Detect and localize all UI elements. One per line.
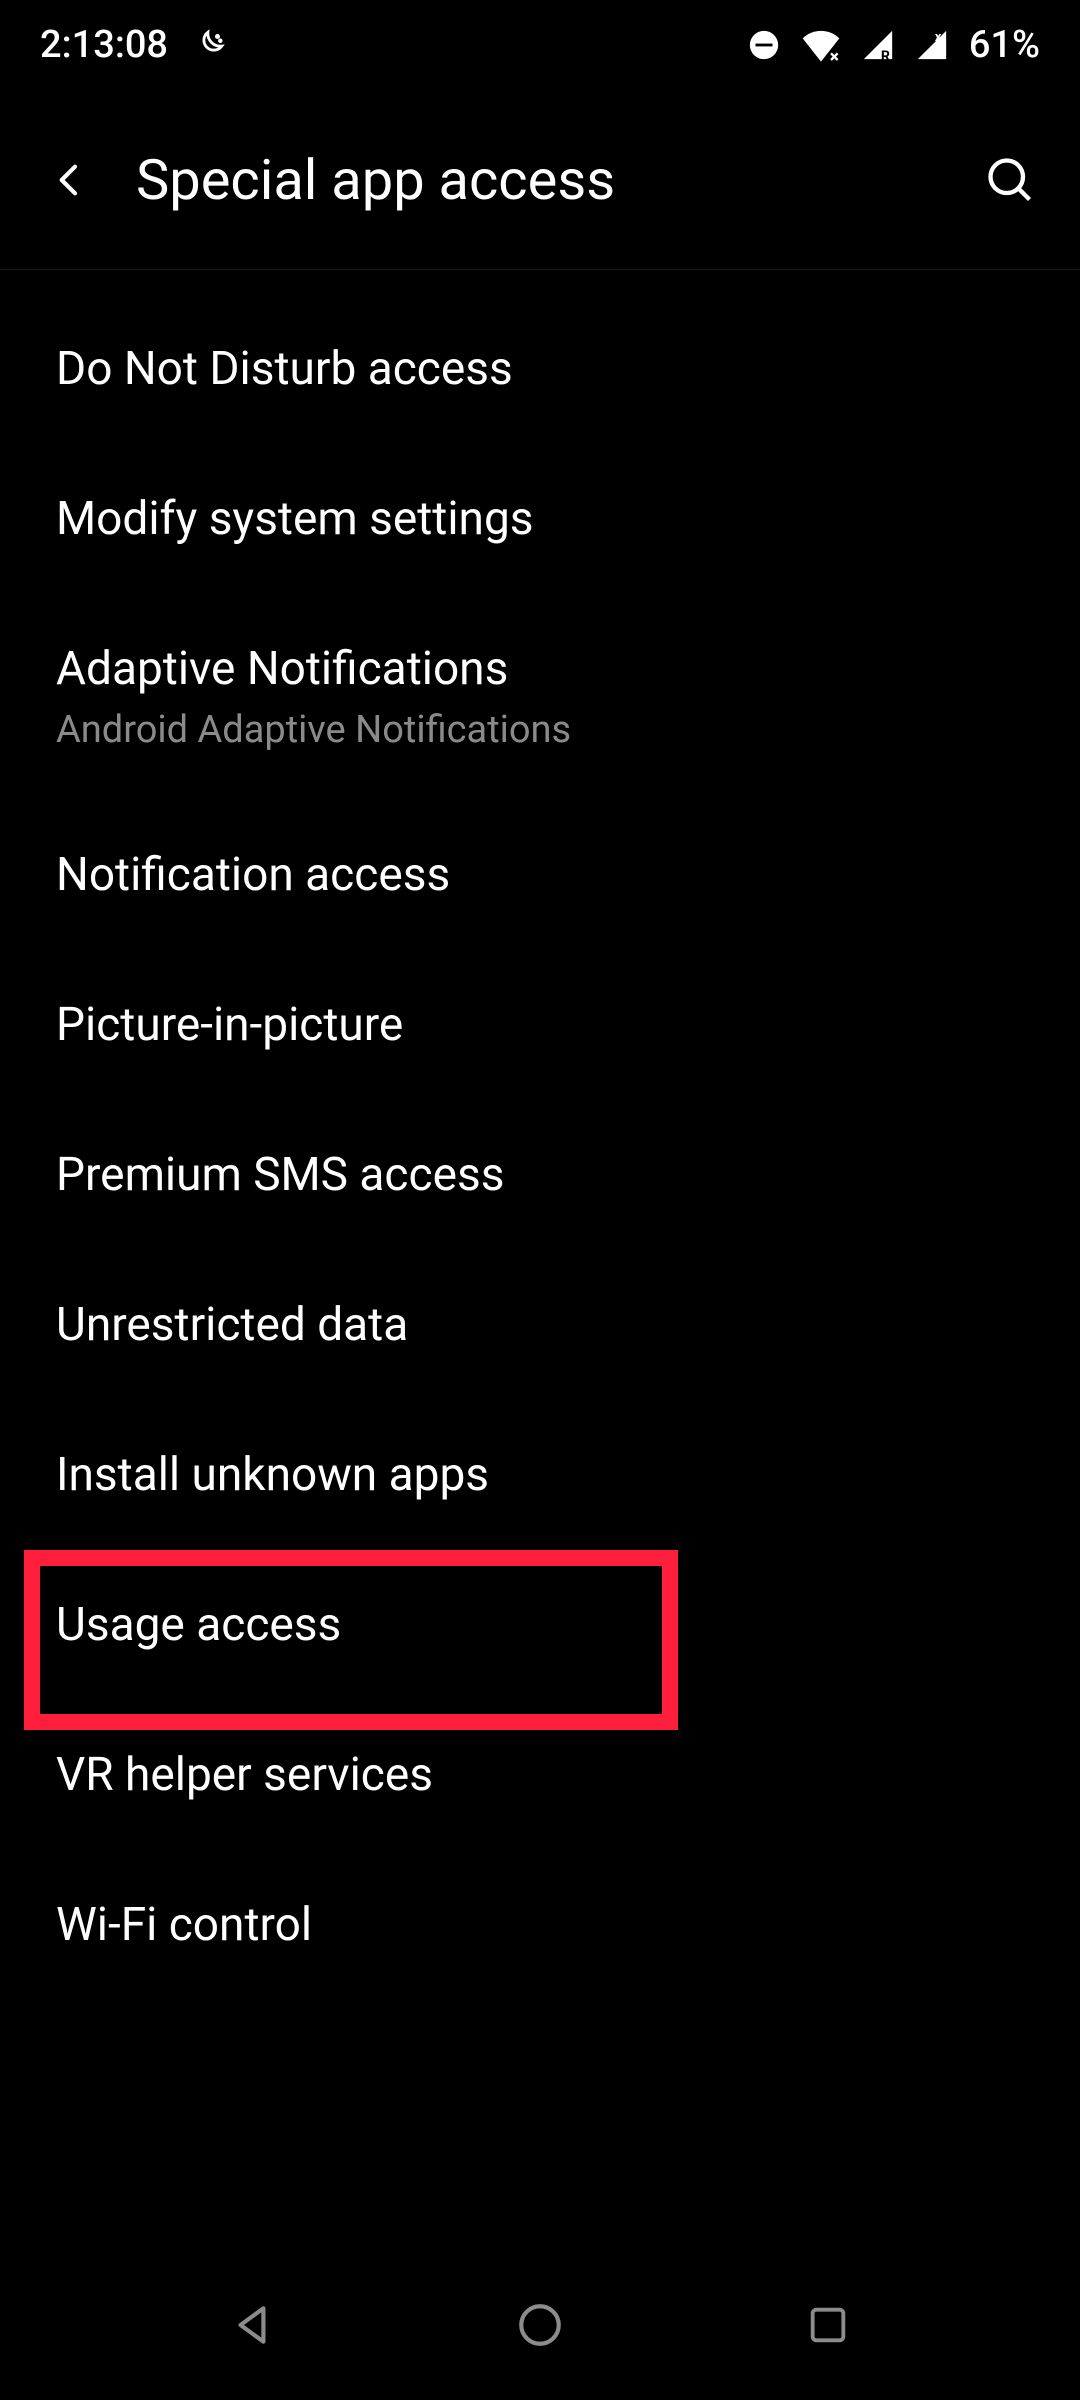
settings-row[interactable]: Do Not Disturb access xyxy=(0,294,1080,444)
settings-row-label: Wi-Fi control xyxy=(56,1898,1024,1952)
wifi-icon xyxy=(801,28,841,62)
settings-row-label: Picture-in-picture xyxy=(56,998,1024,1052)
status-bar: 2:13:08 R x 61% xyxy=(0,0,1080,90)
nav-recent-button[interactable] xyxy=(793,2290,863,2360)
status-time: 2:13:08 xyxy=(40,23,168,67)
status-bar-right: R x 61% xyxy=(747,23,1040,67)
app-bar: Special app access xyxy=(0,90,1080,270)
settings-row[interactable]: Picture-in-picture xyxy=(0,950,1080,1100)
nav-back-button[interactable] xyxy=(218,2290,288,2360)
settings-row-label: Install unknown apps xyxy=(56,1448,1024,1502)
settings-row-label: VR helper services xyxy=(56,1748,1024,1802)
status-bar-left: 2:13:08 xyxy=(40,23,226,67)
status-battery: 61% xyxy=(969,23,1040,67)
settings-row[interactable]: Adaptive Notifications Android Adaptive N… xyxy=(0,594,1080,800)
settings-row-label: Do Not Disturb access xyxy=(56,342,1024,396)
settings-row[interactable]: Wi-Fi control xyxy=(0,1850,1080,2000)
settings-row[interactable]: Unrestricted data xyxy=(0,1250,1080,1400)
bedtime-icon xyxy=(192,28,226,62)
search-button[interactable] xyxy=(980,150,1040,210)
navigation-bar xyxy=(0,2250,1080,2400)
signal-1-icon: R xyxy=(861,28,895,62)
signal-2-icon: x xyxy=(915,28,949,62)
settings-row[interactable]: Usage access xyxy=(0,1550,1080,1700)
settings-row[interactable]: VR helper services xyxy=(0,1700,1080,1850)
back-button[interactable] xyxy=(40,150,100,210)
settings-row-label: Premium SMS access xyxy=(56,1148,1024,1202)
svg-text:R: R xyxy=(881,49,890,62)
settings-row[interactable]: Premium SMS access xyxy=(0,1100,1080,1250)
svg-text:x: x xyxy=(935,30,942,45)
settings-row-label: Notification access xyxy=(56,848,1024,902)
settings-list: Do Not Disturb access Modify system setti… xyxy=(0,270,1080,2000)
settings-row-label: Modify system settings xyxy=(56,492,1024,546)
page-title: Special app access xyxy=(136,147,980,213)
settings-row[interactable]: Install unknown apps xyxy=(0,1400,1080,1550)
nav-home-button[interactable] xyxy=(505,2290,575,2360)
settings-row[interactable]: Modify system settings xyxy=(0,444,1080,594)
settings-row-label: Usage access xyxy=(56,1598,1024,1652)
settings-row-label: Unrestricted data xyxy=(56,1298,1024,1352)
settings-row-sublabel: Android Adaptive Notifications xyxy=(56,708,1024,752)
settings-row-label: Adaptive Notifications xyxy=(56,642,1024,696)
settings-row[interactable]: Notification access xyxy=(0,800,1080,950)
dnd-icon xyxy=(747,28,781,62)
